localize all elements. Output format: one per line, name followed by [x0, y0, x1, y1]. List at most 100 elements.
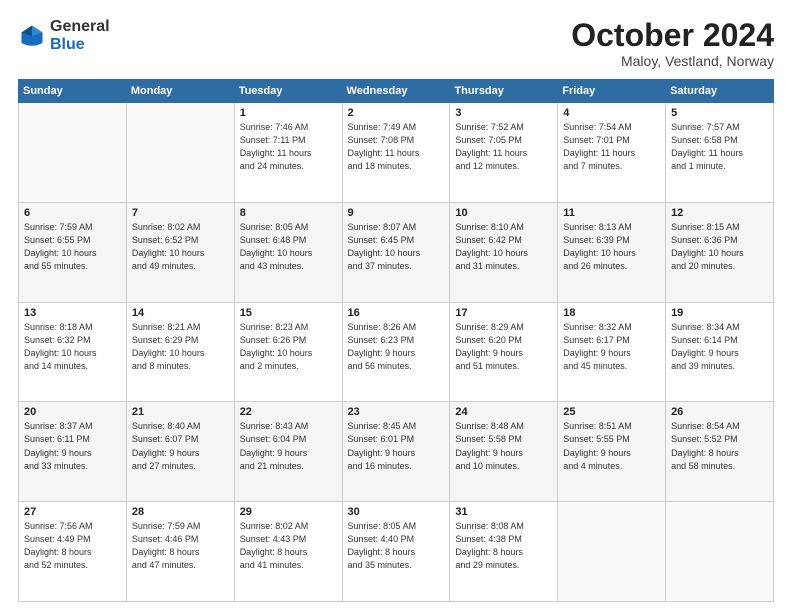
cell-w4-d7: 26Sunrise: 8:54 AM Sunset: 5:52 PM Dayli… — [666, 402, 774, 502]
day-number-24: 24 — [455, 406, 552, 418]
day-info-10: Sunrise: 8:10 AM Sunset: 6:42 PM Dayligh… — [455, 221, 552, 273]
logo-blue: Blue — [50, 36, 110, 54]
day-number-26: 26 — [671, 406, 768, 418]
cell-w2-d4: 9 Sunrise: 8:07 AM Sunset: 6:45 PM Daylig… — [342, 202, 450, 302]
day-info-9: Sunrise: 8:07 AM Sunset: 6:45 PM Dayligh… — [348, 221, 445, 273]
calendar-table: Sunday Monday Tuesday Wednesday Thursday… — [18, 79, 774, 602]
col-tuesday: Tuesday — [234, 80, 342, 103]
col-thursday: Thursday — [450, 80, 558, 103]
day-info-16: Sunrise: 8:26 AM Sunset: 6:23 PM Dayligh… — [348, 321, 445, 373]
week-row-4: 20Sunrise: 8:37 AM Sunset: 6:11 PM Dayli… — [19, 402, 774, 502]
day-number-28: 28 — [132, 506, 229, 518]
day-number-15: 15 — [240, 307, 337, 319]
header: General Blue October 2024 Maloy, Vestlan… — [18, 18, 774, 69]
day-info-28: Sunrise: 7:59 AM Sunset: 4:46 PM Dayligh… — [132, 520, 229, 572]
day-number-13: 13 — [24, 307, 121, 319]
cell-w5-d5: 31 Sunrise: 8:08 AM Sunset: 4:38 PM Dayli… — [450, 502, 558, 602]
cell-w3-d4: 16 Sunrise: 8:26 AM Sunset: 6:23 PM Dayli… — [342, 302, 450, 402]
cell-w4-d2: 21 Sunrise: 8:40 AM Sunset: 6:07 PM Dayli… — [126, 402, 234, 502]
day-number-4: 4 — [563, 107, 660, 119]
col-friday: Friday — [558, 80, 666, 103]
day-number-22: 22 — [240, 406, 337, 418]
day-number-3: 3 — [455, 107, 552, 119]
day-number-19: 19 — [671, 307, 768, 319]
title-block: October 2024 Maloy, Vestland, Norway — [571, 18, 774, 69]
day-number-27: 27 — [24, 506, 121, 518]
day-number-9: 9 — [348, 207, 445, 219]
day-info-23: Sunrise: 8:45 AM Sunset: 6:01 PM Dayligh… — [348, 420, 445, 472]
cell-w1-d1 — [19, 103, 127, 203]
day-info-24: Sunrise: 8:48 AM Sunset: 5:58 PM Dayligh… — [455, 420, 552, 472]
cell-w2-d2: 7 Sunrise: 8:02 AM Sunset: 6:52 PM Daylig… — [126, 202, 234, 302]
day-info-22: Sunrise: 8:43 AM Sunset: 6:04 PM Dayligh… — [240, 420, 337, 472]
day-info-29: Sunrise: 8:02 AM Sunset: 4:43 PM Dayligh… — [240, 520, 337, 572]
day-info-2: Sunrise: 7:49 AM Sunset: 7:08 PM Dayligh… — [348, 121, 445, 173]
logo-text: General Blue — [50, 18, 110, 53]
cell-w4-d1: 20Sunrise: 8:37 AM Sunset: 6:11 PM Dayli… — [19, 402, 127, 502]
day-info-3: Sunrise: 7:52 AM Sunset: 7:05 PM Dayligh… — [455, 121, 552, 173]
day-info-17: Sunrise: 8:29 AM Sunset: 6:20 PM Dayligh… — [455, 321, 552, 373]
cell-w4-d4: 23 Sunrise: 8:45 AM Sunset: 6:01 PM Dayli… — [342, 402, 450, 502]
day-info-1: Sunrise: 7:46 AM Sunset: 7:11 PM Dayligh… — [240, 121, 337, 173]
cell-w4-d6: 25 Sunrise: 8:51 AM Sunset: 5:55 PM Dayli… — [558, 402, 666, 502]
day-number-11: 11 — [563, 207, 660, 219]
day-info-25: Sunrise: 8:51 AM Sunset: 5:55 PM Dayligh… — [563, 420, 660, 472]
day-info-12: Sunrise: 8:15 AM Sunset: 6:36 PM Dayligh… — [671, 221, 768, 273]
col-sunday: Sunday — [19, 80, 127, 103]
day-number-16: 16 — [348, 307, 445, 319]
cell-w2-d5: 10Sunrise: 8:10 AM Sunset: 6:42 PM Dayli… — [450, 202, 558, 302]
cell-w1-d2 — [126, 103, 234, 203]
day-info-18: Sunrise: 8:32 AM Sunset: 6:17 PM Dayligh… — [563, 321, 660, 373]
day-number-1: 1 — [240, 107, 337, 119]
logo-icon — [18, 22, 46, 50]
cell-w2-d7: 12 Sunrise: 8:15 AM Sunset: 6:36 PM Dayli… — [666, 202, 774, 302]
cell-w5-d4: 30Sunrise: 8:05 AM Sunset: 4:40 PM Dayli… — [342, 502, 450, 602]
day-number-23: 23 — [348, 406, 445, 418]
cell-w5-d1: 27 Sunrise: 7:56 AM Sunset: 4:49 PM Dayli… — [19, 502, 127, 602]
day-number-7: 7 — [132, 207, 229, 219]
logo-general: General — [50, 18, 110, 36]
cell-w3-d2: 14Sunrise: 8:21 AM Sunset: 6:29 PM Dayli… — [126, 302, 234, 402]
col-wednesday: Wednesday — [342, 80, 450, 103]
day-info-4: Sunrise: 7:54 AM Sunset: 7:01 PM Dayligh… — [563, 121, 660, 173]
cell-w5-d6 — [558, 502, 666, 602]
header-row: Sunday Monday Tuesday Wednesday Thursday… — [19, 80, 774, 103]
day-number-20: 20 — [24, 406, 121, 418]
day-info-13: Sunrise: 8:18 AM Sunset: 6:32 PM Dayligh… — [24, 321, 121, 373]
cell-w1-d3: 1 Sunrise: 7:46 AM Sunset: 7:11 PM Daylig… — [234, 103, 342, 203]
cell-w1-d7: 5Sunrise: 7:57 AM Sunset: 6:58 PM Daylig… — [666, 103, 774, 203]
day-number-2: 2 — [348, 107, 445, 119]
day-info-7: Sunrise: 8:02 AM Sunset: 6:52 PM Dayligh… — [132, 221, 229, 273]
cell-w5-d3: 29Sunrise: 8:02 AM Sunset: 4:43 PM Dayli… — [234, 502, 342, 602]
cell-w3-d7: 19Sunrise: 8:34 AM Sunset: 6:14 PM Dayli… — [666, 302, 774, 402]
day-number-12: 12 — [671, 207, 768, 219]
day-number-8: 8 — [240, 207, 337, 219]
day-info-21: Sunrise: 8:40 AM Sunset: 6:07 PM Dayligh… — [132, 420, 229, 472]
page: General Blue October 2024 Maloy, Vestlan… — [0, 0, 792, 612]
cell-w3-d5: 17 Sunrise: 8:29 AM Sunset: 6:20 PM Dayli… — [450, 302, 558, 402]
day-info-27: Sunrise: 7:56 AM Sunset: 4:49 PM Dayligh… — [24, 520, 121, 572]
day-info-31: Sunrise: 8:08 AM Sunset: 4:38 PM Dayligh… — [455, 520, 552, 572]
logo: General Blue — [18, 18, 110, 53]
day-number-30: 30 — [348, 506, 445, 518]
day-number-25: 25 — [563, 406, 660, 418]
cell-w5-d7 — [666, 502, 774, 602]
cell-w2-d3: 8Sunrise: 8:05 AM Sunset: 6:48 PM Daylig… — [234, 202, 342, 302]
cell-w3-d3: 15Sunrise: 8:23 AM Sunset: 6:26 PM Dayli… — [234, 302, 342, 402]
week-row-5: 27 Sunrise: 7:56 AM Sunset: 4:49 PM Dayli… — [19, 502, 774, 602]
day-number-21: 21 — [132, 406, 229, 418]
day-number-6: 6 — [24, 207, 121, 219]
cell-w2-d6: 11 Sunrise: 8:13 AM Sunset: 6:39 PM Dayli… — [558, 202, 666, 302]
calendar-title: October 2024 — [571, 18, 774, 53]
day-info-11: Sunrise: 8:13 AM Sunset: 6:39 PM Dayligh… — [563, 221, 660, 273]
cell-w2-d1: 6Sunrise: 7:59 AM Sunset: 6:55 PM Daylig… — [19, 202, 127, 302]
col-monday: Monday — [126, 80, 234, 103]
day-number-17: 17 — [455, 307, 552, 319]
day-number-31: 31 — [455, 506, 552, 518]
cell-w3-d6: 18Sunrise: 8:32 AM Sunset: 6:17 PM Dayli… — [558, 302, 666, 402]
week-row-1: 1 Sunrise: 7:46 AM Sunset: 7:11 PM Daylig… — [19, 103, 774, 203]
cell-w1-d6: 4 Sunrise: 7:54 AM Sunset: 7:01 PM Daylig… — [558, 103, 666, 203]
col-saturday: Saturday — [666, 80, 774, 103]
day-info-14: Sunrise: 8:21 AM Sunset: 6:29 PM Dayligh… — [132, 321, 229, 373]
cell-w1-d5: 3 Sunrise: 7:52 AM Sunset: 7:05 PM Daylig… — [450, 103, 558, 203]
